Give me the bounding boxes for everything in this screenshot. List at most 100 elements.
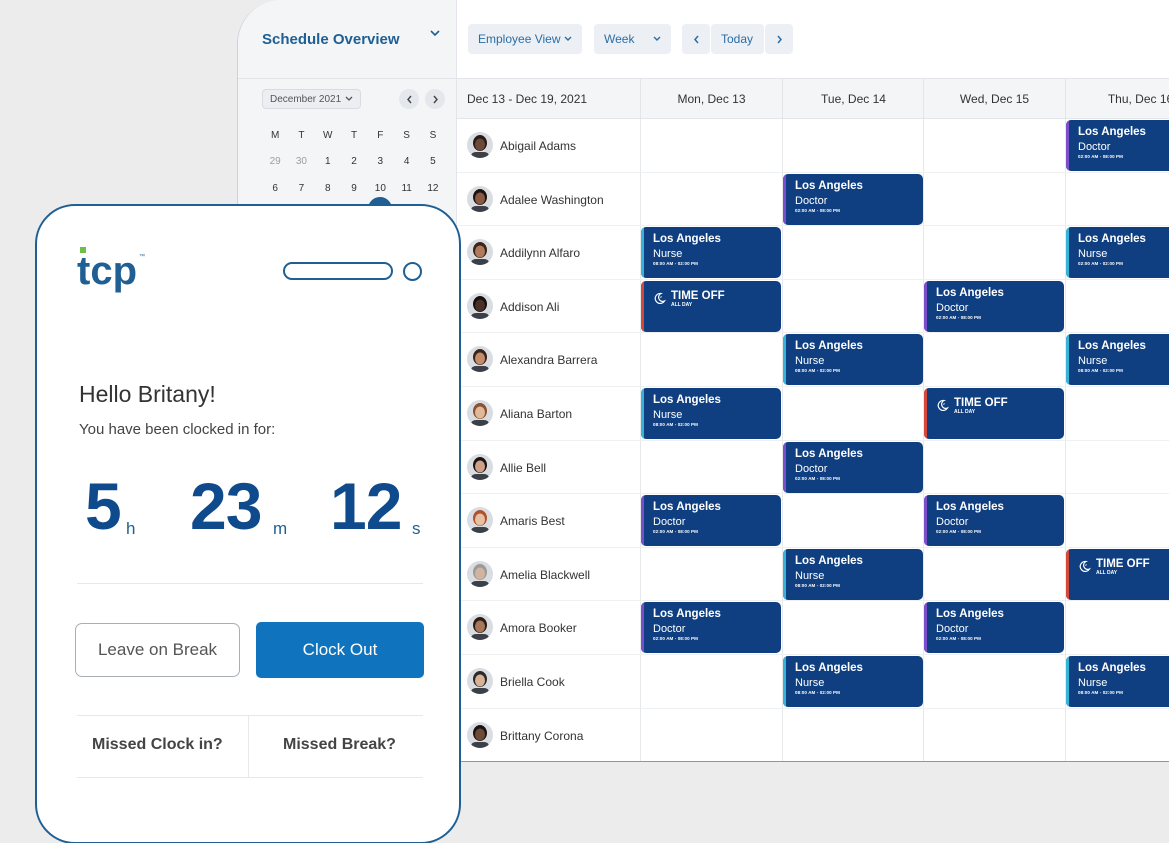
timer-minutes-unit: m xyxy=(273,519,288,538)
range-selector[interactable]: Week xyxy=(594,24,671,54)
shift-block[interactable]: Los Angeles Doctor 02:00 AM - 08:00 PM xyxy=(641,495,781,547)
shift-block[interactable]: Los Angeles Nurse 08:00 AM - 02:00 PM xyxy=(783,334,923,386)
sidebar-header[interactable]: Schedule Overview xyxy=(238,0,456,79)
time-off-block[interactable]: z TIME OFF ALL DAY xyxy=(641,280,781,332)
shift-time: 08:00 AM - 02:00 PM xyxy=(795,582,840,588)
shift-time: 02:00 AM - 08:00 PM xyxy=(653,636,698,642)
shift-location: Los Angeles xyxy=(795,554,863,567)
employee-row[interactable]: Brittany Corona xyxy=(457,709,1169,761)
moon-icon: z xyxy=(937,399,949,412)
shift-location: Los Angeles xyxy=(795,447,863,460)
sidebar-title: Schedule Overview xyxy=(262,30,400,48)
time-off-block[interactable]: z TIME OFF ALL DAY xyxy=(1066,548,1169,600)
week-range-label: Dec 13 - Dec 19, 2021 xyxy=(467,92,588,106)
calendar-day[interactable]: 5 xyxy=(420,156,446,167)
calendar-day[interactable]: 10 xyxy=(367,183,393,194)
clock-out-button[interactable]: Clock Out xyxy=(256,622,424,678)
mobile-app: tcp ™ Hello Britany! You have been clock… xyxy=(35,204,461,843)
avatar xyxy=(467,239,493,266)
employee-name: Amora Booker xyxy=(500,621,577,636)
shift-accent xyxy=(641,280,644,332)
shift-block[interactable]: Los Angeles Nurse 08:00 AM - 02:00 PM xyxy=(783,548,923,600)
employee-row[interactable]: Abigail Adams xyxy=(457,119,1169,173)
calendar-day[interactable]: 3 xyxy=(367,156,393,167)
shift-role: Doctor xyxy=(653,516,686,529)
all-day-label: ALL DAY xyxy=(954,409,976,415)
shift-role: Nurse xyxy=(795,355,825,368)
employee-row[interactable]: Addilynn Alfaro xyxy=(457,226,1169,280)
shift-location: Los Angeles xyxy=(1078,126,1146,138)
shift-block[interactable]: Los Angeles Nurse 08:00 AM - 02:00 PM xyxy=(1066,656,1169,707)
weekday-label: W xyxy=(323,129,333,141)
shift-time: 02:00 AM - 08:00 PM xyxy=(1078,154,1123,159)
calendar-day[interactable]: 11 xyxy=(393,183,419,194)
svg-text:z: z xyxy=(1085,562,1087,567)
avatar xyxy=(467,721,493,748)
shift-location: Los Angeles xyxy=(653,233,721,246)
avatar xyxy=(467,185,493,212)
weekday-label: T xyxy=(350,129,358,141)
tcp-logo: tcp ™ xyxy=(77,247,145,293)
shift-location: Los Angeles xyxy=(936,608,1004,621)
shift-location: Los Angeles xyxy=(936,501,1004,514)
month-selector[interactable]: December 2021 xyxy=(262,89,361,109)
shift-block[interactable]: Los Angeles Doctor 02:00 AM - 08:00 PM xyxy=(641,602,781,654)
chevron-down-icon[interactable] xyxy=(430,30,440,37)
missed-clock-in-link[interactable]: Missed Clock in? xyxy=(92,736,223,754)
calendar-day[interactable]: 12 xyxy=(420,183,446,194)
next-week-button[interactable] xyxy=(765,24,793,54)
shift-time: 02:00 AM - 08:00 PM xyxy=(936,529,981,535)
shift-block[interactable]: Los Angeles Nurse 02:00 AM - 02:00 PM xyxy=(1066,227,1169,279)
shift-block[interactable]: Los Angeles Nurse 08:00 AM - 02:00 PM xyxy=(641,227,781,279)
view-selector[interactable]: Employee View xyxy=(468,24,582,54)
svg-text:z: z xyxy=(943,401,945,406)
shift-accent xyxy=(783,334,786,386)
shift-block[interactable]: Los Angeles Nurse 08:00 AM - 02:00 PM xyxy=(1066,334,1169,386)
shift-block[interactable]: Los Angeles Doctor 02:00 AM - 08:00 PM xyxy=(783,173,923,225)
avatar xyxy=(467,292,493,319)
shift-block[interactable]: Los Angeles Doctor 02:00 AM - 08:00 PM xyxy=(1066,120,1169,171)
shift-role: Doctor xyxy=(795,462,828,475)
shift-accent xyxy=(783,441,786,493)
shift-block[interactable]: Los Angeles Nurse 08:00 AM - 02:00 PM xyxy=(641,388,781,439)
next-month-button[interactable] xyxy=(425,89,445,109)
calendar-day[interactable]: 9 xyxy=(341,183,367,194)
shift-block[interactable]: Los Angeles Doctor 02:00 AM - 08:00 PM xyxy=(924,495,1064,547)
day-header-tue: Tue, Dec 14 xyxy=(782,79,924,119)
shift-role: Doctor xyxy=(936,623,969,636)
calendar-day[interactable]: 2 xyxy=(341,156,367,167)
leave-on-break-button[interactable]: Leave on Break xyxy=(75,623,240,677)
employee-name: Alexandra Barrera xyxy=(500,353,598,368)
calendar-day[interactable]: 7 xyxy=(288,183,314,194)
shift-block[interactable]: Los Angeles Doctor 02:00 AM - 08:00 PM xyxy=(783,441,923,493)
prev-month-button[interactable] xyxy=(399,89,419,109)
timer-seconds-unit: s xyxy=(412,519,421,538)
calendar-day[interactable]: 1 xyxy=(315,156,341,167)
day-header-thu: Thu, Dec 16 xyxy=(1065,79,1169,119)
shift-location: Los Angeles xyxy=(795,662,863,674)
status-pill xyxy=(283,262,393,280)
time-off-block[interactable]: z TIME OFF ALL DAY xyxy=(924,388,1064,439)
chevron-down-icon xyxy=(345,96,353,101)
today-button[interactable]: Today xyxy=(711,24,764,54)
chevron-left-icon xyxy=(693,35,699,43)
shift-block[interactable]: Los Angeles Nurse 08:00 AM - 02:00 PM xyxy=(783,656,923,707)
divider xyxy=(77,777,423,778)
shift-accent xyxy=(783,173,786,225)
shift-block[interactable]: Los Angeles Doctor 02:00 AM - 08:00 PM xyxy=(924,280,1064,332)
calendar-day[interactable]: 8 xyxy=(315,183,341,194)
shift-block[interactable]: Los Angeles Doctor 02:00 AM - 08:00 PM xyxy=(924,602,1064,654)
greeting: Hello Britany! xyxy=(79,381,216,407)
calendar-day[interactable]: 4 xyxy=(393,156,419,167)
calendar-day[interactable]: 29 xyxy=(262,156,288,167)
employee-name: Adalee Washington xyxy=(500,192,604,207)
prev-week-button[interactable] xyxy=(682,24,710,54)
shift-role: Nurse xyxy=(653,248,683,261)
shift-location: Los Angeles xyxy=(936,286,1004,299)
calendar-day[interactable]: 30 xyxy=(288,156,314,167)
missed-break-link[interactable]: Missed Break? xyxy=(283,736,396,754)
timer-hours: 5 xyxy=(85,469,122,543)
shift-time: 08:00 AM - 02:00 PM xyxy=(795,368,840,374)
calendar-day[interactable]: 6 xyxy=(262,183,288,194)
shift-role: Doctor xyxy=(653,623,686,636)
